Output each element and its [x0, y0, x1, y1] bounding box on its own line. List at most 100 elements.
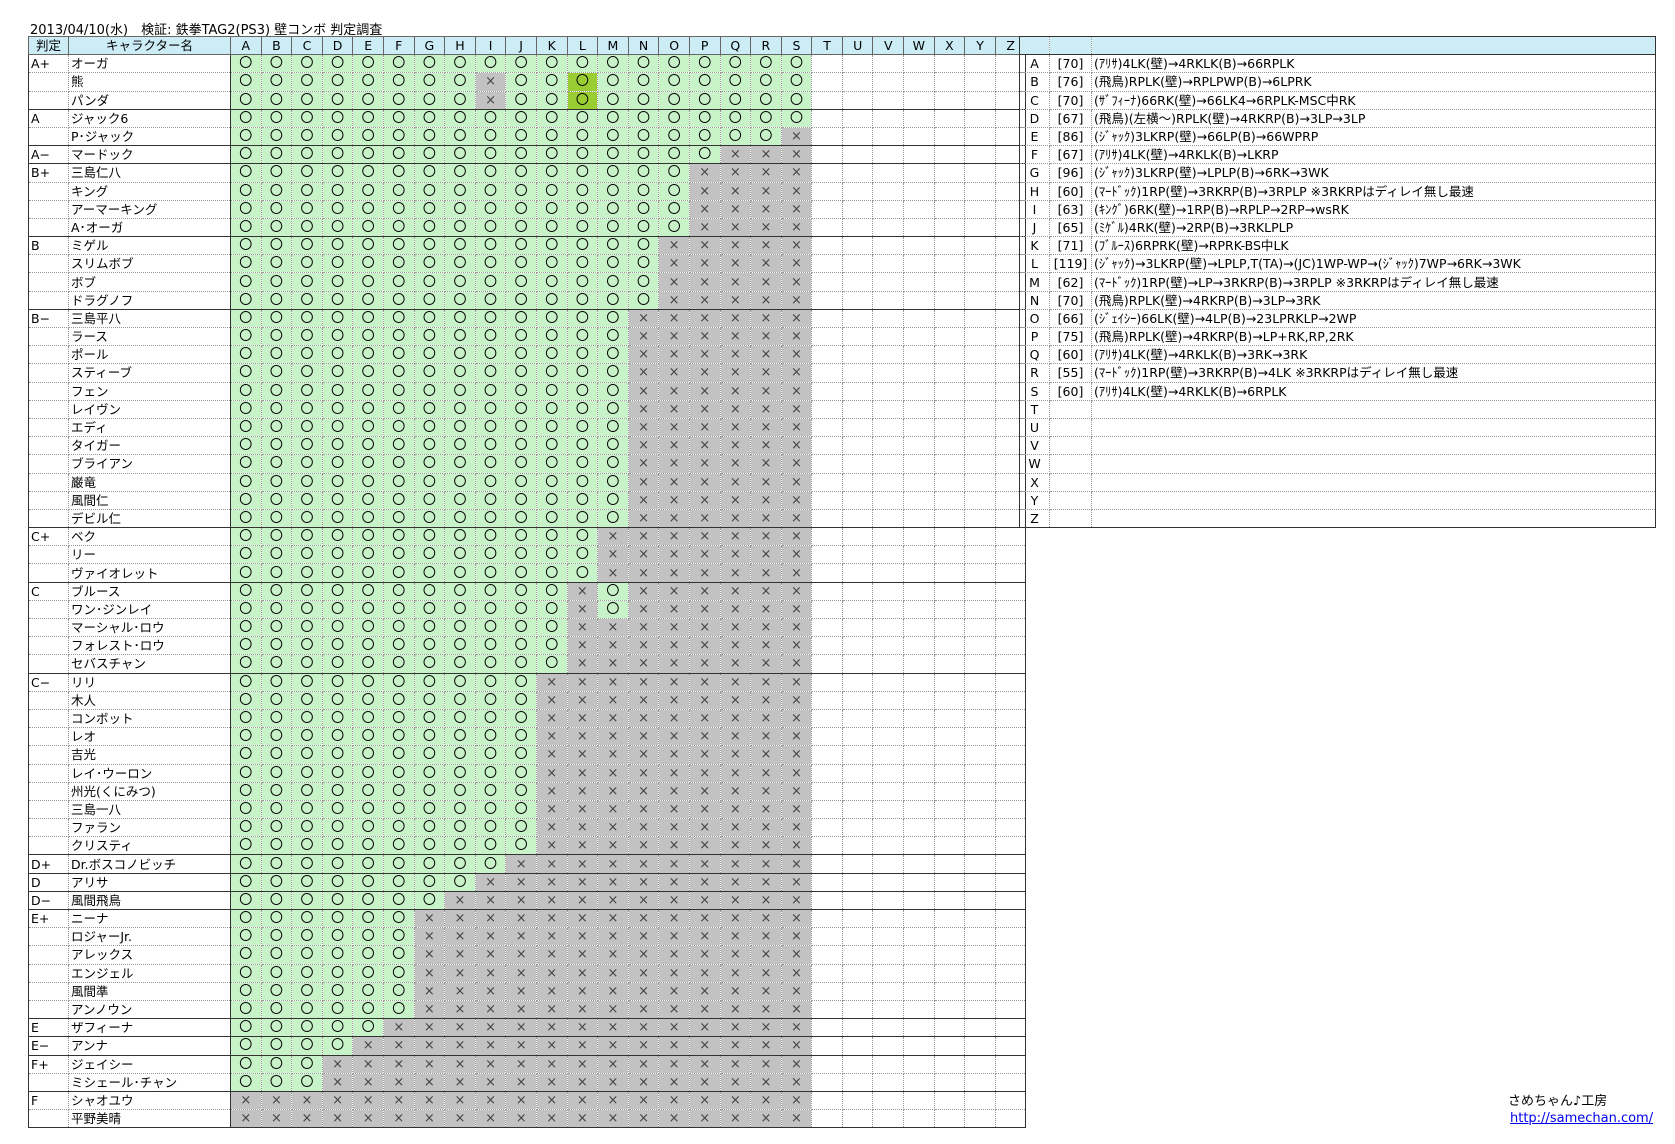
result-ng-cell: ×: [780, 763, 813, 783]
result-ok-cell: 〇: [658, 145, 690, 165]
result-ok-cell: 〇: [597, 290, 629, 310]
legend-key: T: [1019, 399, 1050, 419]
result-empty-cell: [903, 818, 935, 838]
result-ok-cell: 〇: [444, 581, 476, 601]
result-ng-cell: ×: [444, 890, 476, 911]
result-ok-cell: 〇: [260, 708, 293, 729]
result-ng-cell: ×: [597, 654, 629, 674]
result-ok-cell: 〇: [535, 527, 568, 547]
result-ng-cell: ×: [688, 745, 721, 765]
legend-key: N: [1019, 290, 1050, 310]
result-ok-cell: 〇: [260, 727, 293, 747]
result-ok-cell: 〇: [444, 836, 476, 856]
result-ng-cell: ×: [658, 799, 690, 820]
result-ng-cell: ×: [627, 527, 660, 547]
result-ok-cell: 〇: [444, 290, 476, 310]
result-ok-cell: 〇: [444, 199, 476, 219]
legend-combo-text: (ｼﾞｬｯｸ)3LKRP(壁)→LPLP(B)→6RK→3WK: [1091, 163, 1656, 183]
result-ok-cell: 〇: [413, 636, 446, 656]
result-ok-cell: 〇: [291, 999, 323, 1020]
result-empty-cell: [811, 654, 843, 674]
result-empty-cell: [903, 999, 935, 1020]
result-ng-cell: ×: [505, 1054, 537, 1074]
result-ng-cell: ×: [780, 345, 813, 365]
result-ok-cell: 〇: [352, 217, 384, 238]
header-name: キャラクター名: [68, 35, 231, 56]
result-ok-cell: 〇: [230, 890, 262, 911]
result-ng-cell: ×: [230, 1090, 262, 1111]
result-ng-cell: ×: [597, 1109, 629, 1129]
character-name: レイ･ウーロン: [68, 763, 231, 783]
result-ok-cell: 〇: [505, 345, 537, 365]
result-ng-cell: ×: [566, 1054, 599, 1074]
result-empty-cell: [872, 108, 905, 128]
result-ok-cell: 〇: [382, 163, 415, 183]
result-ng-cell: ×: [597, 872, 629, 892]
result-ok-cell: 〇: [566, 490, 599, 510]
result-empty-cell: [811, 326, 843, 347]
result-empty-cell: [811, 145, 843, 165]
result-ng-cell: ×: [780, 836, 813, 856]
result-ng-cell: ×: [780, 599, 813, 620]
character-name: 巌竜: [68, 472, 231, 492]
result-empty-cell: [964, 599, 996, 620]
result-ng-cell: ×: [658, 1018, 690, 1038]
result-empty-cell: [811, 617, 843, 638]
result-ok-cell: 〇: [382, 818, 415, 838]
result-ok-cell: 〇: [597, 145, 629, 165]
result-ok-cell: 〇: [291, 745, 323, 765]
rank-cell: D+: [28, 854, 69, 874]
result-empty-cell: [964, 836, 996, 856]
table-row: アーマーキング〇〇〇〇〇〇〇〇〇〇〇〇〇〇〇 × × × ×: [28, 199, 1027, 219]
result-ok-cell: 〇: [230, 654, 262, 674]
result-ok-cell: 〇: [413, 617, 446, 638]
result-ok-cell: 〇: [505, 108, 537, 128]
result-empty-cell: [933, 490, 966, 510]
result-ng-cell: ×: [505, 890, 537, 911]
result-empty-cell: [903, 981, 935, 1001]
result-ok-cell: 〇: [291, 145, 323, 165]
rank-cell: [28, 326, 69, 347]
result-ok-cell: 〇: [535, 617, 568, 638]
result-ng-cell: ×: [566, 945, 599, 965]
result-ng-cell: ×: [658, 636, 690, 656]
result-ok-cell: 〇: [291, 581, 323, 601]
character-name: オーガ: [68, 54, 231, 74]
result-ng-cell: ×: [780, 126, 813, 147]
character-name: アンノウン: [68, 999, 231, 1020]
result-ok-cell: 〇: [352, 236, 384, 256]
result-empty-cell: [841, 708, 874, 729]
table-row: D+ Dr.ボスコノビッチ〇〇〇〇〇〇〇〇〇 × × × × × × × × × ×: [28, 854, 1027, 874]
legend-combo-text: (ﾏｰﾄﾞｯｸ)1RP(壁)→3RKRP(B)→3RPLP ※3RKRPはディレ…: [1091, 181, 1656, 201]
result-ng-cell: ×: [750, 908, 782, 929]
legend-row: Y: [1019, 490, 1656, 510]
rank-cell: [28, 254, 69, 274]
result-empty-cell: [872, 199, 905, 219]
result-ng-cell: ×: [566, 636, 599, 656]
result-ng-cell: ×: [688, 490, 721, 510]
author-link[interactable]: http://samechan.com/: [1510, 1111, 1653, 1126]
result-ok-cell: 〇: [413, 272, 446, 292]
result-ng-cell: ×: [535, 836, 568, 856]
result-ng-cell: ×: [780, 217, 813, 238]
result-empty-cell: [841, 763, 874, 783]
result-empty-cell: [933, 545, 966, 565]
result-ng-cell: ×: [719, 236, 752, 256]
result-ng-cell: ×: [597, 1090, 629, 1111]
result-ok-cell: 〇: [230, 181, 262, 201]
result-ok-cell: 〇: [230, 799, 262, 820]
result-ok-cell: 〇: [230, 472, 262, 492]
result-ng-cell: ×: [658, 381, 690, 401]
result-ok-cell: 〇: [230, 545, 262, 565]
result-empty-cell: [933, 436, 966, 456]
legend-row: X: [1019, 472, 1656, 492]
character-name: Dr.ボスコノビッチ: [68, 854, 231, 874]
result-ng-cell: ×: [658, 399, 690, 419]
result-ng-cell: ×: [597, 908, 629, 929]
result-ok-cell: 〇: [382, 872, 415, 892]
result-ng-cell: ×: [750, 1036, 782, 1056]
result-empty-cell: [841, 1018, 874, 1038]
legend-key: Y: [1019, 490, 1050, 510]
result-ok-cell: 〇: [230, 745, 262, 765]
legend-key: H: [1019, 181, 1050, 201]
